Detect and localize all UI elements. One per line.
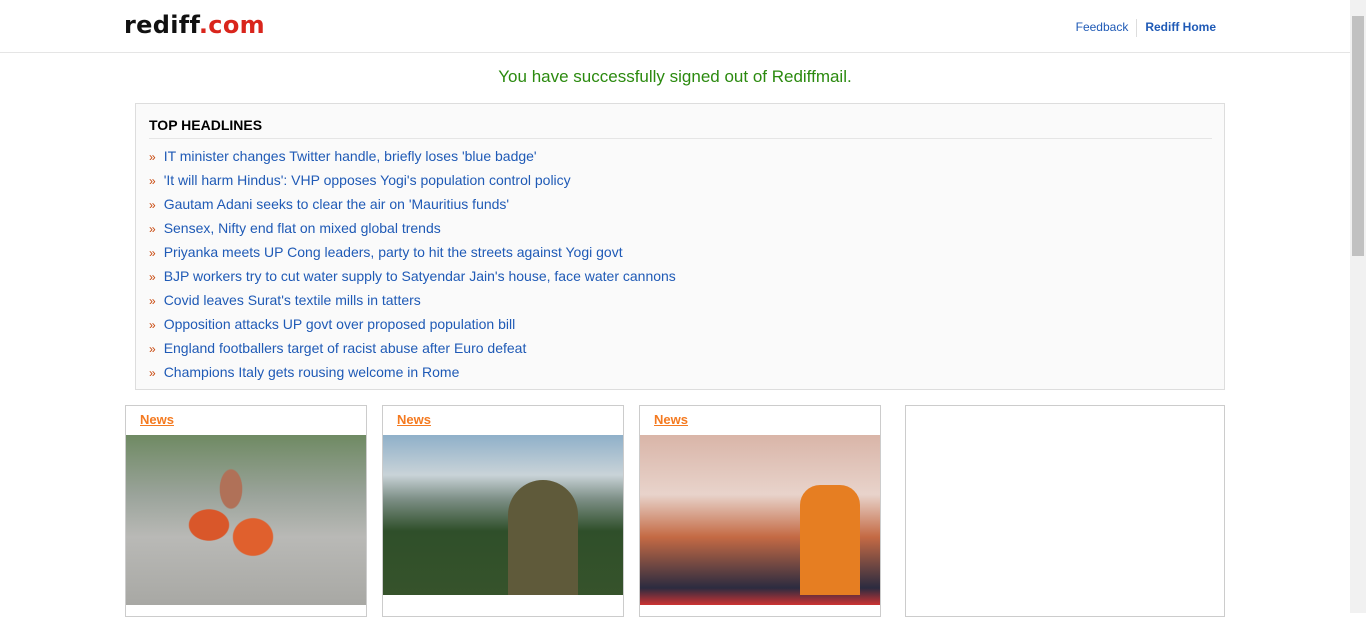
headline-link[interactable]: Sensex, Nifty end flat on mixed global t…: [164, 220, 441, 236]
headline-link[interactable]: Covid leaves Surat's textile mills in ta…: [164, 292, 421, 308]
news-image[interactable]: [126, 435, 366, 605]
news-link[interactable]: News: [654, 412, 688, 427]
scrollbar[interactable]: [1350, 0, 1366, 613]
bullet-icon: »: [149, 318, 156, 332]
headline-link[interactable]: IT minister changes Twitter handle, brie…: [164, 148, 537, 164]
headline-item: » Priyanka meets UP Cong leaders, party t…: [149, 244, 676, 268]
headline-link[interactable]: 'It will harm Hindus': VHP opposes Yogi'…: [164, 172, 571, 188]
news-link[interactable]: News: [140, 412, 174, 427]
bullet-icon: »: [149, 270, 156, 284]
divider: [1136, 19, 1138, 37]
headline-item: » Sensex, Nifty end flat on mixed global …: [149, 220, 676, 244]
rediff-home-link[interactable]: Rediff Home: [1145, 20, 1216, 34]
top-links: Feedback Rediff Home: [1076, 19, 1216, 37]
headline-item: » Covid leaves Surat's textile mills in t…: [149, 292, 676, 316]
header: rediff.com Feedback Rediff Home: [0, 0, 1366, 53]
headline-item: » Gautam Adani seeks to clear the air on …: [149, 196, 676, 220]
feedback-link[interactable]: Feedback: [1076, 20, 1129, 34]
headline-item: » England footballers target of racist ab…: [149, 340, 676, 364]
headline-item: » IT minister changes Twitter handle, bri…: [149, 148, 676, 172]
bullet-icon: »: [149, 174, 156, 188]
headlines-list: » IT minister changes Twitter handle, bri…: [149, 148, 676, 388]
bullet-icon: »: [149, 198, 156, 212]
headline-link[interactable]: Champions Italy gets rousing welcome in …: [164, 364, 460, 380]
news-link[interactable]: News: [397, 412, 431, 427]
news-card[interactable]: News: [125, 405, 367, 617]
bullet-icon: »: [149, 246, 156, 260]
news-card[interactable]: News: [639, 405, 881, 617]
headline-link[interactable]: England footballers target of racist abu…: [164, 340, 527, 356]
headline-link[interactable]: BJP workers try to cut water supply to S…: [164, 268, 676, 284]
headline-item: » 'It will harm Hindus': VHP opposes Yogi…: [149, 172, 676, 196]
bullet-icon: »: [149, 150, 156, 164]
news-image[interactable]: [640, 435, 880, 605]
headlines-title: TOP HEADLINES: [149, 117, 263, 133]
divider: [149, 138, 1212, 139]
headline-link[interactable]: Opposition attacks UP govt over proposed…: [164, 316, 516, 332]
headline-item: » BJP workers try to cut water supply to …: [149, 268, 676, 292]
bullet-icon: »: [149, 222, 156, 236]
rediff-logo[interactable]: rediff.com: [124, 11, 265, 39]
scrollbar-thumb[interactable]: [1352, 16, 1364, 256]
headline-link[interactable]: Gautam Adani seeks to clear the air on '…: [164, 196, 509, 212]
ad-slot: [905, 405, 1225, 617]
top-headlines-panel: TOP HEADLINES » IT minister changes Twitt…: [135, 103, 1225, 390]
bullet-icon: »: [149, 366, 156, 380]
headline-item: » Champions Italy gets rousing welcome in…: [149, 364, 676, 388]
bullet-icon: »: [149, 342, 156, 356]
bullet-icon: »: [149, 294, 156, 308]
headline-item: » Opposition attacks UP govt over propose…: [149, 316, 676, 340]
news-image[interactable]: [383, 435, 623, 595]
signout-message: You have successfully signed out of Redi…: [498, 67, 852, 86]
news-card[interactable]: News: [382, 405, 624, 617]
headline-link[interactable]: Priyanka meets UP Cong leaders, party to…: [164, 244, 623, 260]
